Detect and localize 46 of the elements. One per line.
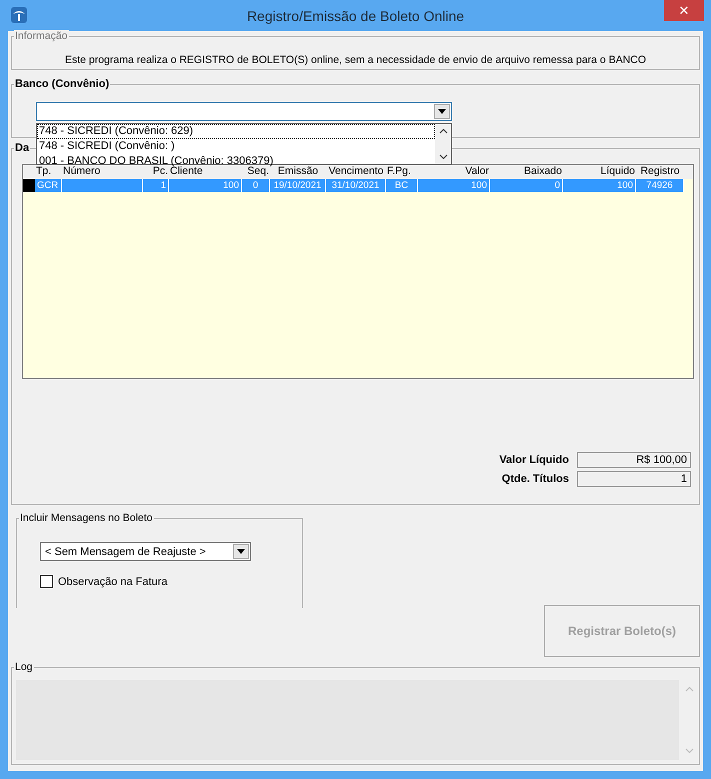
table-cell: 1: [143, 179, 169, 192]
close-button[interactable]: ✕: [664, 0, 704, 21]
group-label: Incluir Mensagens no Boleto: [19, 512, 154, 525]
table-cell: 0: [490, 179, 563, 192]
scrollbar[interactable]: [435, 124, 451, 164]
group-label: Log: [14, 661, 34, 674]
total-label: Qtde. Títulos: [502, 473, 569, 485]
total-label: Valor Líquido: [499, 454, 569, 466]
column-header[interactable]: Valor: [418, 165, 490, 179]
group-label: Banco (Convênio): [14, 78, 110, 91]
information-text: Este programa realiza o REGISTRO de BOLETO(S) online, sem a necessidade de envio de arquivo remessa para o BANCO: [64, 54, 646, 66]
bank-dropdown[interactable]: [36, 102, 452, 121]
scroll-up-icon[interactable]: [438, 128, 448, 134]
column-header[interactable]: Número: [62, 165, 143, 179]
column-header[interactable]: F.Pg.: [386, 165, 418, 179]
table-cell: 100: [418, 179, 490, 192]
app-icon: [10, 6, 28, 24]
table-cell: 100: [169, 179, 242, 192]
column-header[interactable]: Cliente: [169, 165, 242, 179]
table-cell: GCR: [35, 179, 62, 192]
caret-icon: [233, 544, 249, 559]
table-cell: 74926: [636, 179, 684, 192]
table-cell: 19/10/2021: [270, 179, 326, 192]
table-cell: 31/10/2021: [326, 179, 386, 192]
window-title: Registro/Emissão de Boleto Online: [246, 8, 464, 24]
checkbox[interactable]: [40, 575, 53, 588]
bank-option[interactable]: 748 - SICREDI (Convênio: 629): [37, 124, 435, 139]
table-cell: 0: [242, 179, 270, 192]
bank-option[interactable]: 748 - SICREDI (Convênio: ): [37, 139, 435, 154]
column-header[interactable]: Seq.: [242, 165, 270, 179]
caret-icon: [434, 104, 450, 119]
checkbox-label: Observação na Fatura: [58, 576, 168, 588]
column-header[interactable]: Emissão: [270, 165, 326, 179]
column-header[interactable]: Registro: [636, 165, 684, 179]
group-label: Informação: [14, 30, 69, 43]
column-header[interactable]: Pc.: [143, 165, 169, 179]
scroll-down-icon[interactable]: [438, 154, 448, 160]
table-cell: BC: [386, 179, 418, 192]
column-header[interactable]: Tp.: [35, 165, 62, 179]
total-field: 1: [577, 471, 691, 487]
total-field: R$ 100,00: [577, 452, 691, 468]
column-header[interactable]: Líquido: [563, 165, 636, 179]
table-cell: 100: [563, 179, 636, 192]
column-header[interactable]: Vencimento: [326, 165, 386, 179]
message-dropdown[interactable]: < Sem Mensagem de Reajuste >: [40, 542, 251, 561]
column-header[interactable]: Baixado: [490, 165, 563, 179]
